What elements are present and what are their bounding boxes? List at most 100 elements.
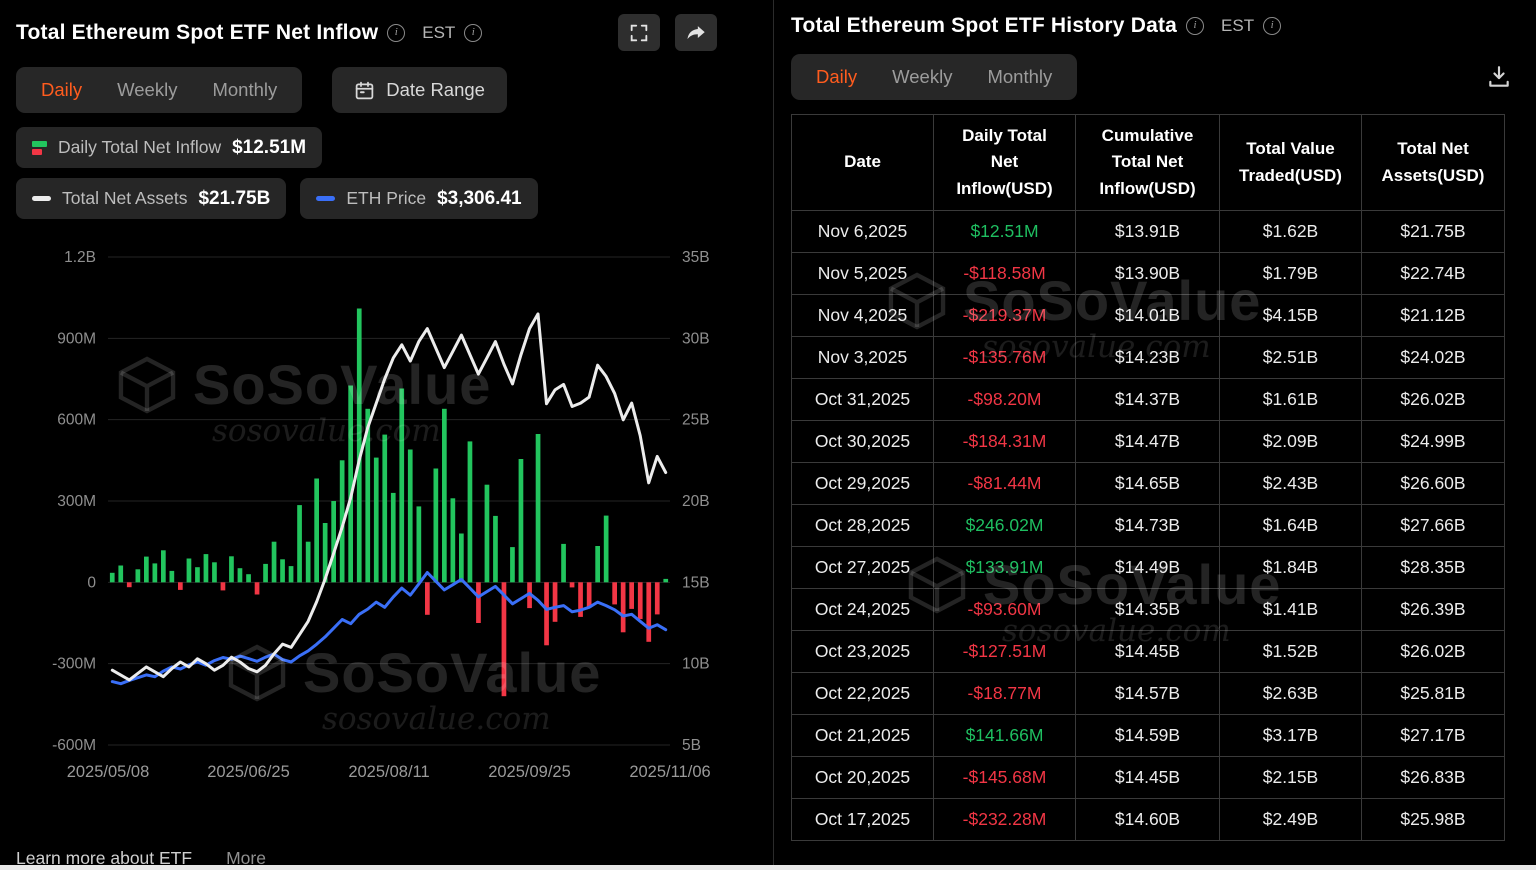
net-assets-cell: $21.75B bbox=[1361, 210, 1505, 254]
value-traded-cell: $1.84B bbox=[1219, 546, 1362, 590]
tab-monthly[interactable]: Monthly bbox=[212, 79, 277, 101]
legend-label: Daily Total Net Inflow bbox=[58, 137, 222, 157]
daily-inflow-cell: -$98.20M bbox=[933, 378, 1076, 422]
tab-daily[interactable]: Daily bbox=[816, 66, 857, 88]
legend-eth-price[interactable]: ETH Price $3,306.41 bbox=[300, 178, 538, 219]
cumulative-inflow-cell: $14.45B bbox=[1075, 756, 1220, 800]
cumulative-inflow-cell: $14.65B bbox=[1075, 462, 1220, 506]
legend-value: $12.51M bbox=[232, 136, 307, 158]
cumulative-inflow-cell: $14.35B bbox=[1075, 588, 1220, 632]
fullscreen-button[interactable] bbox=[618, 14, 660, 51]
timezone-info-icon[interactable]: i bbox=[1263, 17, 1282, 35]
daily-inflow-cell: -$93.60M bbox=[933, 588, 1076, 632]
date-cell: Nov 6,2025 bbox=[791, 210, 934, 254]
net-assets-cell: $25.81B bbox=[1361, 672, 1505, 716]
svg-text:25B: 25B bbox=[682, 412, 710, 429]
table-row: Oct 17,2025 -$232.28M $14.60B $2.49B $25.98B bbox=[791, 798, 1505, 842]
svg-text:30B: 30B bbox=[682, 330, 710, 347]
net-inflow-header: Total Ethereum Spot ETF Net Inflow i EST… bbox=[0, 0, 757, 55]
svg-text:900M: 900M bbox=[57, 330, 96, 347]
history-controls: Daily Weekly Monthly bbox=[791, 42, 1536, 110]
history-period-tabs: Daily Weekly Monthly bbox=[791, 54, 1078, 100]
daily-inflow-cell: $133.91M bbox=[933, 546, 1076, 590]
svg-text:2025/11/06: 2025/11/06 bbox=[629, 763, 710, 781]
value-traded-cell: $1.52B bbox=[1219, 630, 1362, 674]
svg-text:2025/05/08: 2025/05/08 bbox=[67, 763, 150, 781]
daily-inflow-cell: -$118.58M bbox=[933, 252, 1076, 296]
download-icon bbox=[1489, 66, 1509, 87]
tab-daily[interactable]: Daily bbox=[41, 79, 82, 101]
col-value-traded: Total Value Traded(USD) bbox=[1219, 113, 1362, 212]
history-header: Total Ethereum Spot ETF History Data i E… bbox=[791, 0, 1536, 42]
cumulative-inflow-cell: $14.01B bbox=[1075, 294, 1220, 338]
col-daily-inflow: Daily Total Net Inflow(USD) bbox=[933, 113, 1076, 212]
svg-text:2025/09/25: 2025/09/25 bbox=[488, 763, 571, 781]
date-cell: Oct 31,2025 bbox=[791, 378, 934, 422]
tab-monthly[interactable]: Monthly bbox=[987, 66, 1052, 88]
chart-legend: Daily Total Net Inflow $12.51M Total Net… bbox=[0, 123, 757, 219]
legend-total-net-assets[interactable]: Total Net Assets $21.75B bbox=[16, 178, 287, 219]
value-traded-cell: $2.49B bbox=[1219, 798, 1362, 842]
table-row: Oct 20,2025 -$145.68M $14.45B $2.15B $26.83B bbox=[791, 756, 1505, 800]
net-assets-cell: $25.98B bbox=[1361, 798, 1505, 842]
history-title: Total Ethereum Spot ETF History Data bbox=[791, 14, 1178, 37]
info-icon[interactable]: i bbox=[1186, 17, 1205, 35]
date-range-button[interactable]: Date Range bbox=[332, 67, 507, 113]
date-cell: Oct 29,2025 bbox=[791, 462, 934, 506]
cumulative-inflow-cell: $14.23B bbox=[1075, 336, 1220, 380]
value-traded-cell: $1.62B bbox=[1219, 210, 1362, 254]
timezone-label: EST bbox=[422, 22, 456, 42]
tab-weekly[interactable]: Weekly bbox=[892, 66, 952, 88]
date-cell: Oct 20,2025 bbox=[791, 756, 934, 800]
bottom-divider bbox=[0, 865, 1536, 870]
daily-inflow-cell: -$135.76M bbox=[933, 336, 1076, 380]
table-row: Nov 6,2025 $12.51M $13.91B $1.62B $21.75B bbox=[791, 210, 1505, 254]
etf-chart[interactable]: 1.2B 35B 900M 30B 600M 25B 300M 20B 0 15B -300M 10B… bbox=[0, 229, 757, 792]
value-traded-cell: $2.63B bbox=[1219, 672, 1362, 716]
table-row: Oct 21,2025 $141.66M $14.59B $3.17B $27.17B bbox=[791, 714, 1505, 758]
white-line-icon bbox=[32, 196, 51, 201]
value-traded-cell: $1.61B bbox=[1219, 378, 1362, 422]
cumulative-inflow-cell: $14.59B bbox=[1075, 714, 1220, 758]
svg-text:10B: 10B bbox=[682, 656, 710, 673]
daily-inflow-cell: -$81.44M bbox=[933, 462, 1076, 506]
net-assets-cell: $24.99B bbox=[1361, 420, 1505, 464]
info-icon[interactable]: i bbox=[387, 23, 406, 42]
daily-inflow-cell: -$145.68M bbox=[933, 756, 1076, 800]
net-assets-cell: $21.12B bbox=[1361, 294, 1505, 338]
chart-controls: Daily Weekly Monthly Date Range bbox=[0, 55, 757, 123]
table-row: Oct 22,2025 -$18.77M $14.57B $2.63B $25.81B bbox=[791, 672, 1505, 716]
fullscreen-icon bbox=[630, 24, 648, 41]
svg-text:15B: 15B bbox=[682, 574, 710, 591]
date-range-label: Date Range bbox=[386, 79, 485, 100]
share-button[interactable] bbox=[675, 14, 717, 51]
net-assets-cell: $26.02B bbox=[1361, 378, 1505, 422]
date-cell: Oct 28,2025 bbox=[791, 504, 934, 548]
page-title: Total Ethereum Spot ETF Net Inflow bbox=[16, 20, 379, 44]
blue-line-icon bbox=[316, 196, 336, 201]
timezone-info-icon[interactable]: i bbox=[464, 23, 483, 42]
table-header-row: Date Daily Total Net Inflow(USD) Cumulat… bbox=[791, 113, 1505, 212]
legend-daily-net-inflow[interactable]: Daily Total Net Inflow $12.51M bbox=[16, 127, 323, 168]
cumulative-inflow-cell: $14.37B bbox=[1075, 378, 1220, 422]
tab-weekly[interactable]: Weekly bbox=[117, 79, 177, 101]
cumulative-inflow-cell: $14.47B bbox=[1075, 420, 1220, 464]
download-button[interactable] bbox=[1486, 64, 1512, 90]
date-cell: Oct 23,2025 bbox=[791, 630, 934, 674]
net-assets-cell: $26.83B bbox=[1361, 756, 1505, 800]
col-cumulative-inflow: Cumulative Total Net Inflow(USD) bbox=[1075, 113, 1220, 212]
svg-text:600M: 600M bbox=[57, 412, 96, 429]
date-cell: Oct 30,2025 bbox=[791, 420, 934, 464]
date-cell: Oct 21,2025 bbox=[791, 714, 934, 758]
value-traded-cell: $2.09B bbox=[1219, 420, 1362, 464]
chart-period-tabs: Daily Weekly Monthly bbox=[16, 67, 303, 113]
cumulative-inflow-cell: $13.90B bbox=[1075, 252, 1220, 296]
value-traded-cell: $1.79B bbox=[1219, 252, 1362, 296]
cumulative-inflow-cell: $14.60B bbox=[1075, 798, 1220, 842]
table-row: Oct 27,2025 $133.91M $14.49B $1.84B $28.35B bbox=[791, 546, 1505, 590]
history-data-panel: Total Ethereum Spot ETF History Data i E… bbox=[773, 0, 1536, 870]
calendar-icon bbox=[355, 81, 374, 99]
net-assets-cell: $28.35B bbox=[1361, 546, 1505, 590]
cumulative-inflow-cell: $14.57B bbox=[1075, 672, 1220, 716]
table-row: Nov 4,2025 -$219.37M $14.01B $4.15B $21.12B bbox=[791, 294, 1505, 338]
